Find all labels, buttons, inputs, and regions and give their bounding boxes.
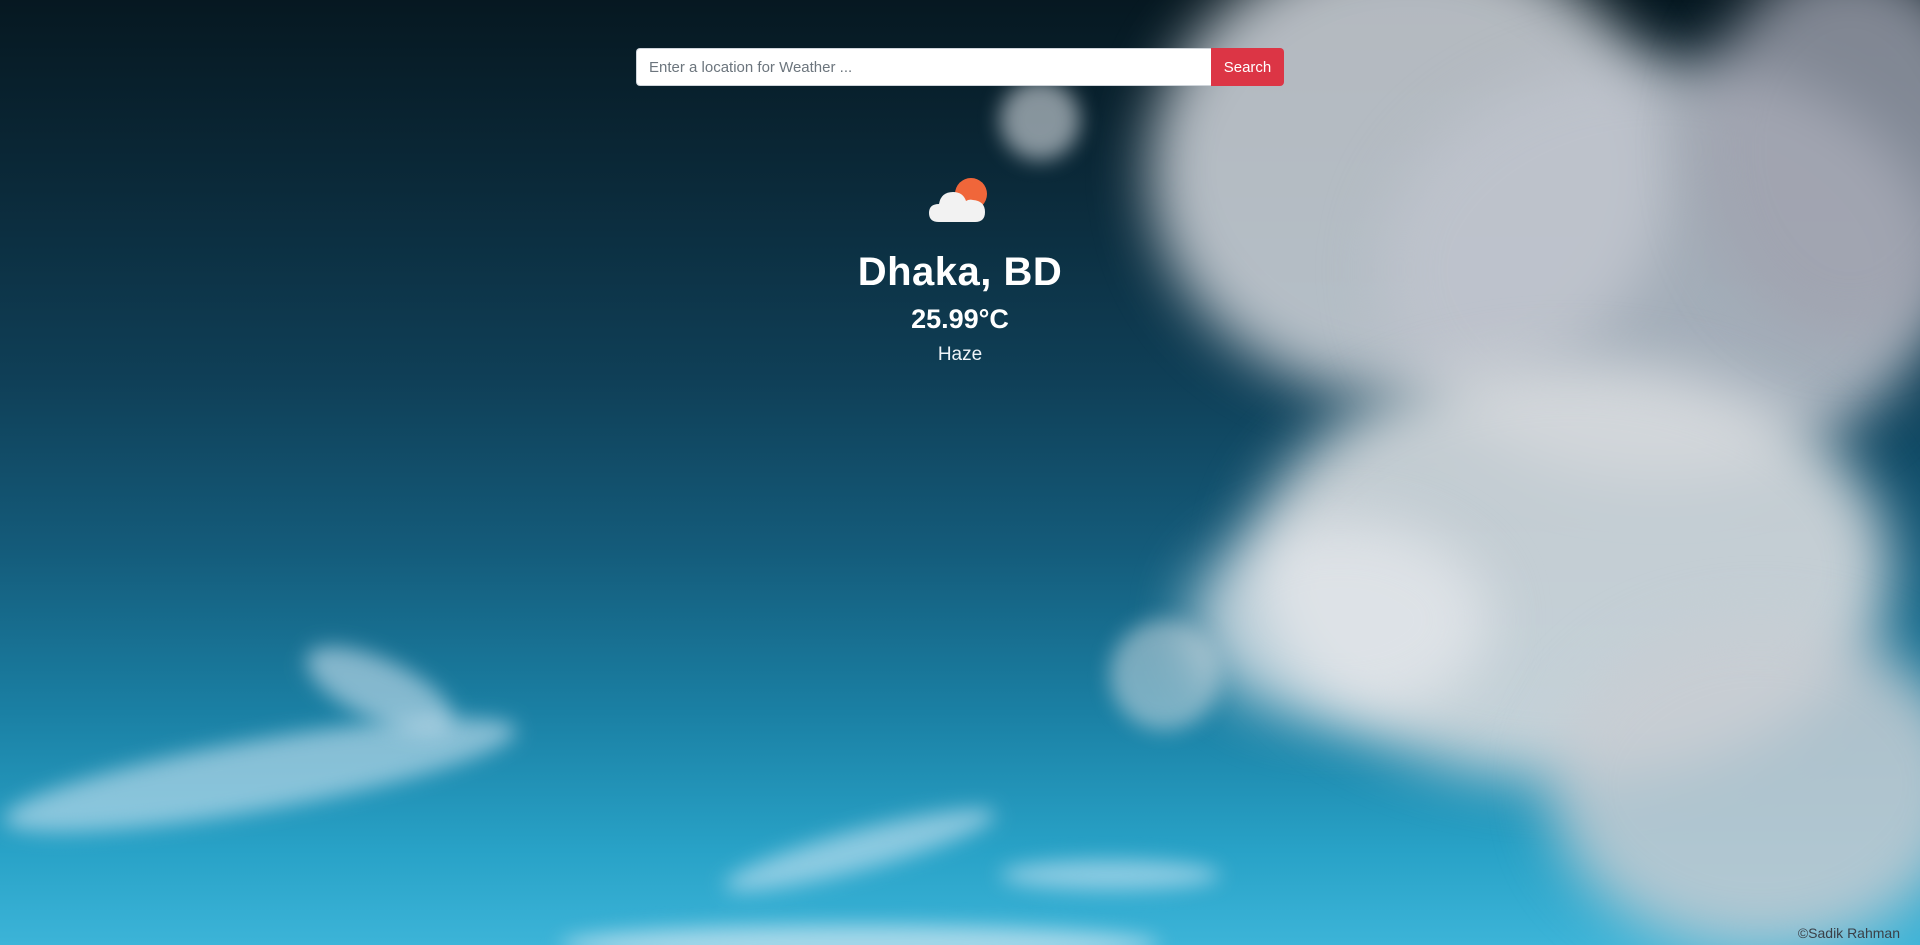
- weather-display: Dhaka, BD 25.99°C Haze: [0, 172, 1920, 368]
- weather-condition: Haze: [937, 344, 983, 365]
- search-form: Search: [636, 48, 1284, 86]
- background-wisp: [1000, 80, 1080, 160]
- search-input[interactable]: [636, 48, 1211, 86]
- background-wisp: [1000, 860, 1220, 890]
- background-wisp: [560, 925, 1160, 945]
- weather-app-page: Search Dhaka, BD 25.99°C Haze ©Sadik Rah…: [0, 0, 1920, 945]
- background-cloud: [1250, 360, 1890, 780]
- background-wisp: [294, 629, 466, 751]
- background-wisp: [0, 695, 523, 855]
- search-button[interactable]: Search: [1211, 48, 1284, 86]
- background-cloud: [1550, 620, 1920, 945]
- background-cloud: [1190, 520, 1490, 720]
- temperature: 25.99°C: [911, 304, 1009, 334]
- partly-cloudy-icon: [929, 178, 987, 222]
- footer-credit: ©Sadik Rahman: [1797, 925, 1900, 941]
- background-wisp: [1110, 620, 1220, 730]
- location-name: Dhaka, BD: [857, 250, 1063, 294]
- background-wisp: [719, 794, 1001, 906]
